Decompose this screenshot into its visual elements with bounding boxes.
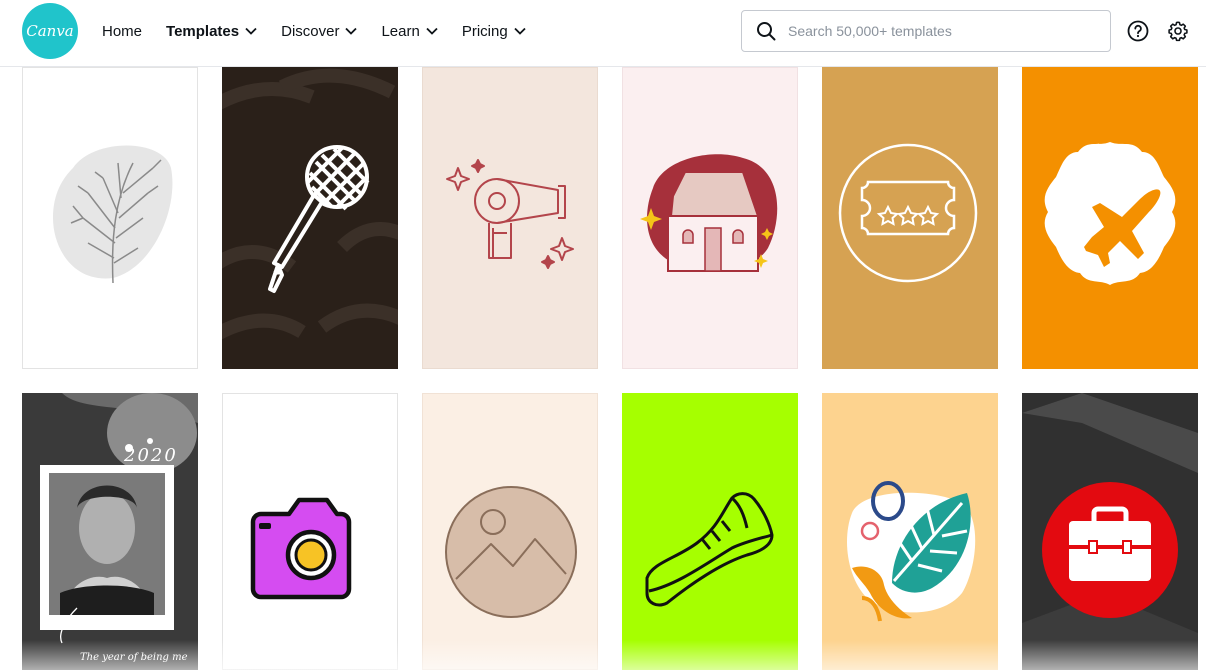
hair-dryer-icon — [446, 159, 574, 269]
template-card-photo-frame[interactable]: 2020 The year of being me — [22, 393, 198, 670]
nav-home-label: Home — [102, 22, 143, 40]
nav-templates[interactable]: Templates — [166, 23, 257, 40]
template-card-botanical[interactable] — [22, 67, 198, 369]
template-card-airplane[interactable] — [1022, 67, 1198, 369]
microphone-icon — [222, 68, 398, 340]
template-card-image-placeholder[interactable] — [422, 393, 598, 670]
ticket-icon — [838, 143, 978, 283]
nav-discover[interactable]: Discover — [281, 22, 358, 40]
airplane-icon — [1044, 142, 1176, 285]
photo-caption: The year of being me — [80, 652, 188, 663]
house-icon — [640, 154, 778, 272]
template-card-microphone[interactable] — [222, 67, 398, 369]
template-search-box[interactable] — [741, 10, 1111, 52]
plant-sprig-icon — [53, 145, 173, 284]
template-card-ticket[interactable] — [822, 67, 998, 369]
search-icon — [757, 22, 776, 41]
top-navigation-bar: Canva Home Templates Discover Learn Pric… — [0, 0, 1206, 67]
settings-icon[interactable] — [1167, 20, 1189, 42]
template-card-hair-dryer[interactable] — [422, 67, 598, 369]
monstera-leaf-icon — [847, 481, 976, 622]
template-card-toolbox[interactable] — [1022, 393, 1198, 670]
canva-logo[interactable]: Canva — [22, 3, 78, 59]
chevron-down-icon — [245, 27, 257, 35]
nav-learn-label: Learn — [381, 22, 420, 40]
year-label: 2020 — [124, 445, 178, 466]
nav-pricing[interactable]: Pricing — [462, 23, 526, 40]
nav-templates-label: Templates — [166, 22, 240, 40]
nav-home[interactable]: Home — [102, 23, 142, 40]
sneaker-icon — [645, 492, 774, 607]
nav-discover-label: Discover — [281, 22, 340, 40]
briefcase-icon — [1022, 393, 1198, 670]
help-icon[interactable] — [1127, 20, 1149, 42]
camera-icon — [250, 497, 352, 600]
template-card-house[interactable] — [622, 67, 798, 369]
chevron-down-icon — [345, 27, 358, 35]
nav-learn[interactable]: Learn — [381, 22, 438, 40]
search-input[interactable] — [786, 22, 1090, 40]
main-nav: Home Templates Discover Learn Pricing — [102, 0, 550, 62]
template-grid: 2020 The year of being me — [0, 0, 1206, 670]
nav-pricing-label: Pricing — [461, 22, 508, 40]
chevron-down-icon — [426, 27, 438, 35]
template-card-sneaker[interactable] — [622, 393, 798, 670]
chevron-down-icon — [514, 27, 526, 35]
landscape-image-icon — [445, 486, 577, 618]
portrait-photo — [22, 393, 198, 670]
template-card-tropical-leaf[interactable] — [822, 393, 998, 670]
template-card-camera[interactable] — [222, 393, 398, 670]
